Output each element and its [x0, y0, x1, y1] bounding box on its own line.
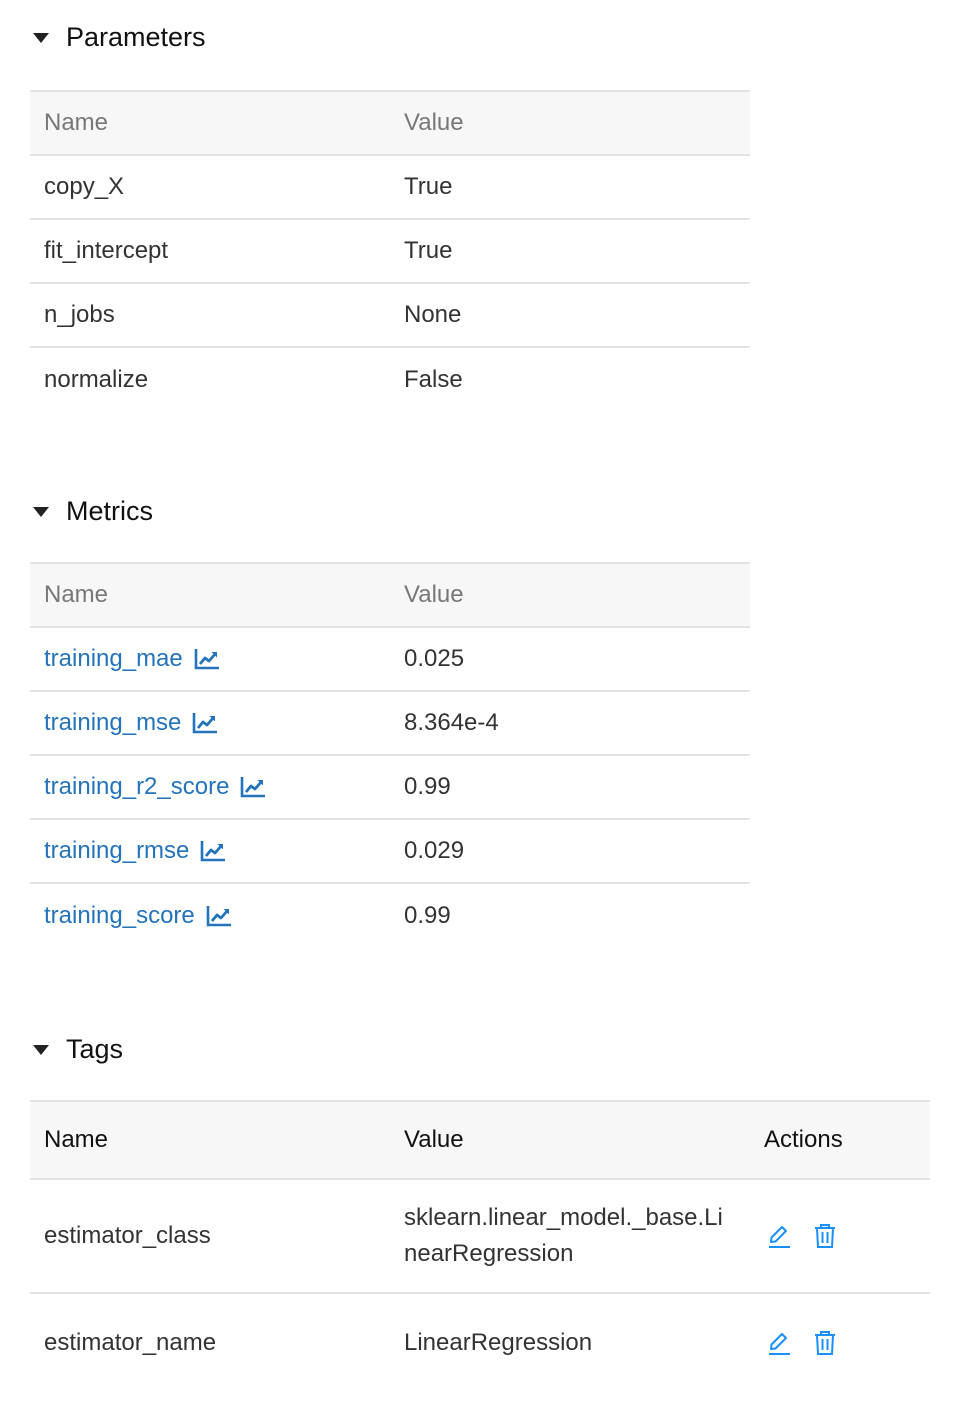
edit-pencil-icon[interactable]: [766, 1330, 792, 1356]
table-row: estimator_class sklearn.linear_model._ba…: [30, 1179, 930, 1294]
column-header-value: Value: [390, 562, 750, 628]
table-row: normalize False: [30, 347, 750, 411]
column-header-name: Name: [30, 562, 390, 628]
line-chart-icon: [194, 648, 220, 670]
param-name: copy_X: [30, 155, 390, 220]
table-row: n_jobs None: [30, 283, 750, 348]
column-header-name: Name: [30, 1100, 390, 1180]
param-value: True: [390, 219, 750, 284]
tag-actions: [764, 1329, 930, 1357]
metric-link-training-r2-score[interactable]: training_r2_score: [44, 773, 266, 801]
column-header-actions: Actions: [750, 1100, 930, 1180]
tags-table: Name Value Actions estimator_class sklea…: [30, 1100, 930, 1391]
table-row: fit_intercept True: [30, 219, 750, 284]
table-row: estimator_name LinearRegression: [30, 1293, 930, 1391]
metric-link-training-score[interactable]: training_score: [44, 902, 232, 930]
metric-link-training-mae[interactable]: training_mae: [44, 645, 220, 673]
metric-name: training_r2_score: [44, 773, 230, 800]
column-header-name: Name: [30, 90, 390, 156]
tag-value: sklearn.linear_model._base.LinearRegress…: [390, 1179, 750, 1294]
param-name: fit_intercept: [30, 219, 390, 284]
parameters-title: Parameters: [66, 22, 206, 52]
table-row: training_r2_score 0.99: [30, 755, 750, 820]
param-value: False: [404, 365, 463, 393]
metric-name-cell: training_mae: [30, 627, 390, 692]
table-header-row: Name Value Actions: [30, 1100, 930, 1180]
table-row: training_rmse 0.029: [30, 819, 750, 884]
caret-down-icon: [30, 27, 52, 49]
trash-icon[interactable]: [812, 1222, 838, 1250]
metric-name-cell: training_rmse: [30, 819, 390, 884]
tags-section-toggle[interactable]: Tags: [30, 1034, 123, 1065]
line-chart-icon: [206, 905, 232, 927]
param-value: True: [390, 155, 750, 220]
tag-actions: [764, 1222, 930, 1250]
table-header-row: Name Value: [30, 90, 750, 156]
table-row: training_score 0.99: [30, 883, 750, 947]
metric-name-cell: training_r2_score: [30, 755, 390, 820]
metric-value: 0.025: [390, 627, 750, 692]
metric-name-cell: training_mse: [30, 691, 390, 756]
param-name: n_jobs: [30, 283, 390, 348]
column-header-value: Value: [390, 1100, 750, 1180]
tag-value: LinearRegression: [404, 1328, 593, 1356]
metrics-section-toggle[interactable]: Metrics: [30, 496, 153, 527]
metric-name: training_mse: [44, 709, 182, 736]
tag-actions-cell: [750, 1179, 930, 1294]
table-row: training_mse 8.364e-4: [30, 691, 750, 756]
metric-link-training-mse[interactable]: training_mse: [44, 709, 218, 737]
caret-down-icon: [30, 1039, 52, 1061]
metric-value: 0.99: [390, 755, 750, 820]
metric-value: 8.364e-4: [390, 691, 750, 756]
edit-pencil-icon[interactable]: [766, 1223, 792, 1249]
column-header-value: Value: [390, 90, 750, 156]
metric-value: 0.029: [390, 819, 750, 884]
param-value: None: [390, 283, 750, 348]
metrics-title: Metrics: [66, 496, 153, 526]
tag-name: estimator_class: [30, 1179, 390, 1294]
caret-down-icon: [30, 501, 52, 523]
line-chart-icon: [192, 712, 218, 734]
metric-link-training-rmse[interactable]: training_rmse: [44, 837, 226, 865]
parameters-table: Name Value copy_X True fit_intercept Tru…: [30, 90, 750, 411]
table-header-row: Name Value: [30, 562, 750, 628]
tags-title: Tags: [66, 1034, 124, 1064]
tag-actions-cell: [750, 1293, 930, 1391]
metric-name: training_mae: [44, 645, 183, 672]
table-row: training_mae 0.025: [30, 627, 750, 692]
metric-name-cell: training_score: [30, 883, 390, 947]
metric-name: training_score: [44, 901, 195, 929]
table-row: copy_X True: [30, 155, 750, 220]
tag-name: estimator_name: [44, 1328, 217, 1356]
metric-value: 0.99: [404, 901, 451, 929]
metric-name: training_rmse: [44, 837, 190, 864]
parameters-section-toggle[interactable]: Parameters: [30, 22, 206, 53]
trash-icon[interactable]: [812, 1329, 838, 1357]
line-chart-icon: [240, 776, 266, 798]
param-name: normalize: [44, 365, 149, 393]
metrics-table: Name Value training_mae 0.025 training_m…: [30, 562, 750, 947]
line-chart-icon: [200, 840, 226, 862]
